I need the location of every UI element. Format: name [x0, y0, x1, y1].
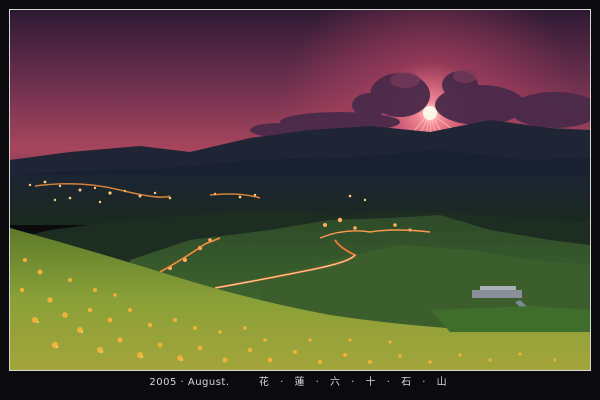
landscape-photo [9, 9, 591, 371]
sunset-mountain-scene [10, 10, 590, 370]
photo-caption: 2005 · August. 花 · 蓮 · 六 · 十 · 石 · 山 [0, 373, 600, 391]
caption-date: 2005 · August. [149, 377, 230, 388]
sun [423, 106, 437, 120]
caption-location: 花 · 蓮 · 六 · 十 · 石 · 山 [258, 377, 451, 388]
photo-frame: 2005 · August. 花 · 蓮 · 六 · 十 · 石 · 山 [0, 0, 600, 400]
